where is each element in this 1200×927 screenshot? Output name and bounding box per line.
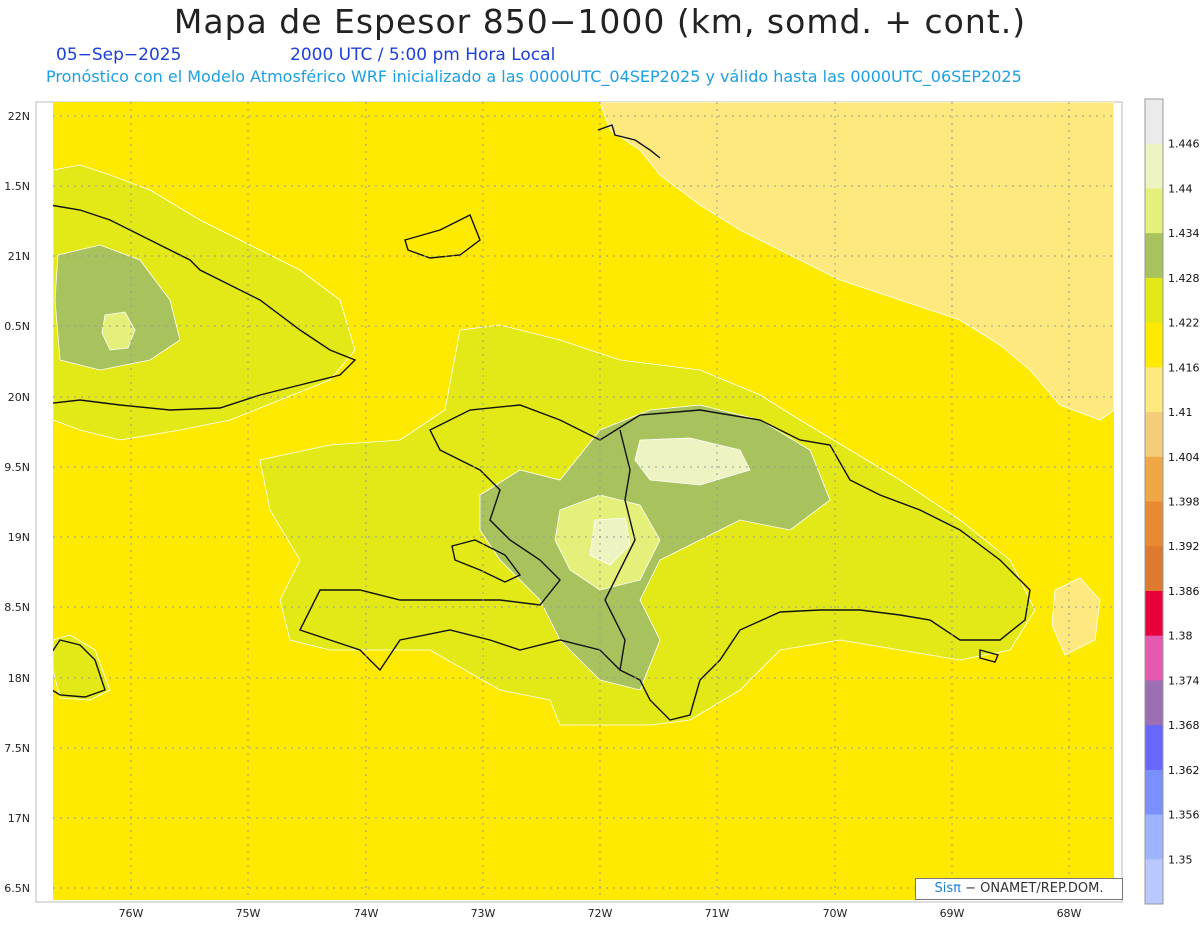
colorbar-label: 1.428 xyxy=(1168,272,1200,285)
colorbar-swatch xyxy=(1145,590,1163,637)
colorbar-label: 1.404 xyxy=(1168,451,1200,464)
colorbar-swatch xyxy=(1145,635,1163,681)
lon-label: 74W xyxy=(354,907,379,920)
lon-label: 75W xyxy=(236,907,261,920)
colorbar-swatch xyxy=(1145,814,1163,860)
colorbar-label: 1.416 xyxy=(1168,361,1200,374)
lon-axis: 76W 75W 74W 73W 72W 71W 70W 69W 68W xyxy=(119,907,1082,920)
lat-label: 21N xyxy=(8,250,30,263)
credit-box: Sisπ − ONAMET/REP.DOM. xyxy=(915,878,1123,900)
colorbar-label: 1.386 xyxy=(1168,585,1200,598)
colorbar-swatch xyxy=(1145,367,1163,413)
lat-label: 1.5N xyxy=(4,180,30,193)
thickness-map: 22N 1.5N 21N 0.5N 20N 9.5N 19N 8.5N 18N … xyxy=(4,98,1200,920)
lat-label: 6.5N xyxy=(4,882,30,895)
colorbar-label: 1.434 xyxy=(1168,227,1200,240)
lat-label: 17N xyxy=(8,812,30,825)
colorbar-swatch xyxy=(1145,99,1163,145)
colorbar-label: 1.392 xyxy=(1168,540,1200,553)
lon-label: 76W xyxy=(119,907,144,920)
colorbar-swatch xyxy=(1145,277,1163,324)
lat-label: 19N xyxy=(8,531,30,544)
colorbar-swatch xyxy=(1145,456,1163,502)
lat-label: 18N xyxy=(8,672,30,685)
colorbar-swatch xyxy=(1145,859,1163,905)
shaded-field xyxy=(53,102,1114,900)
colorbar-label: 1.398 xyxy=(1168,496,1200,509)
colorbar-label: 1.41 xyxy=(1168,406,1193,419)
lat-label: 9.5N xyxy=(4,461,30,474)
colorbar-swatch xyxy=(1145,322,1163,368)
colorbar-swatch xyxy=(1145,725,1163,771)
colorbar-swatch xyxy=(1145,412,1163,458)
colorbar-label: 1.446 xyxy=(1168,138,1200,151)
lon-label: 71W xyxy=(705,907,730,920)
colorbar-label: 1.374 xyxy=(1168,674,1200,687)
colorbar-label: 1.38 xyxy=(1168,630,1193,643)
lat-label: 0.5N xyxy=(4,320,30,333)
colorbar-label: 1.44 xyxy=(1168,182,1193,195)
lon-label: 72W xyxy=(588,907,613,920)
credit-text: − ONAMET/REP.DOM. xyxy=(960,881,1104,896)
colorbar-label: 1.35 xyxy=(1168,853,1193,866)
colorbar: 1.446 1.44 1.434 1.428 1.422 1.416 1.41 1.404 1.… xyxy=(1144,98,1200,905)
colorbar-label: 1.368 xyxy=(1168,719,1200,732)
lon-label: 70W xyxy=(823,907,848,920)
lat-label: 8.5N xyxy=(4,601,30,614)
colorbar-swatch xyxy=(1145,143,1163,189)
colorbar-label: 1.422 xyxy=(1168,317,1200,330)
lat-label: 20N xyxy=(8,391,30,404)
lon-label: 68W xyxy=(1057,907,1082,920)
colorbar-swatch xyxy=(1145,680,1163,726)
credit-brand: Sisπ xyxy=(934,881,961,896)
colorbar-swatch xyxy=(1145,501,1163,547)
lon-label: 73W xyxy=(471,907,496,920)
colorbar-label: 1.356 xyxy=(1168,809,1200,822)
colorbar-label: 1.362 xyxy=(1168,764,1200,777)
colorbar-swatch xyxy=(1145,546,1163,592)
lon-label: 69W xyxy=(940,907,965,920)
lat-label: 7.5N xyxy=(4,742,30,755)
colorbar-swatch xyxy=(1145,233,1163,279)
lat-axis: 22N 1.5N 21N 0.5N 20N 9.5N 19N 8.5N 18N … xyxy=(4,110,30,895)
colorbar-swatch xyxy=(1145,188,1163,234)
colorbar-swatch xyxy=(1145,769,1163,816)
lat-label: 22N xyxy=(8,110,30,123)
